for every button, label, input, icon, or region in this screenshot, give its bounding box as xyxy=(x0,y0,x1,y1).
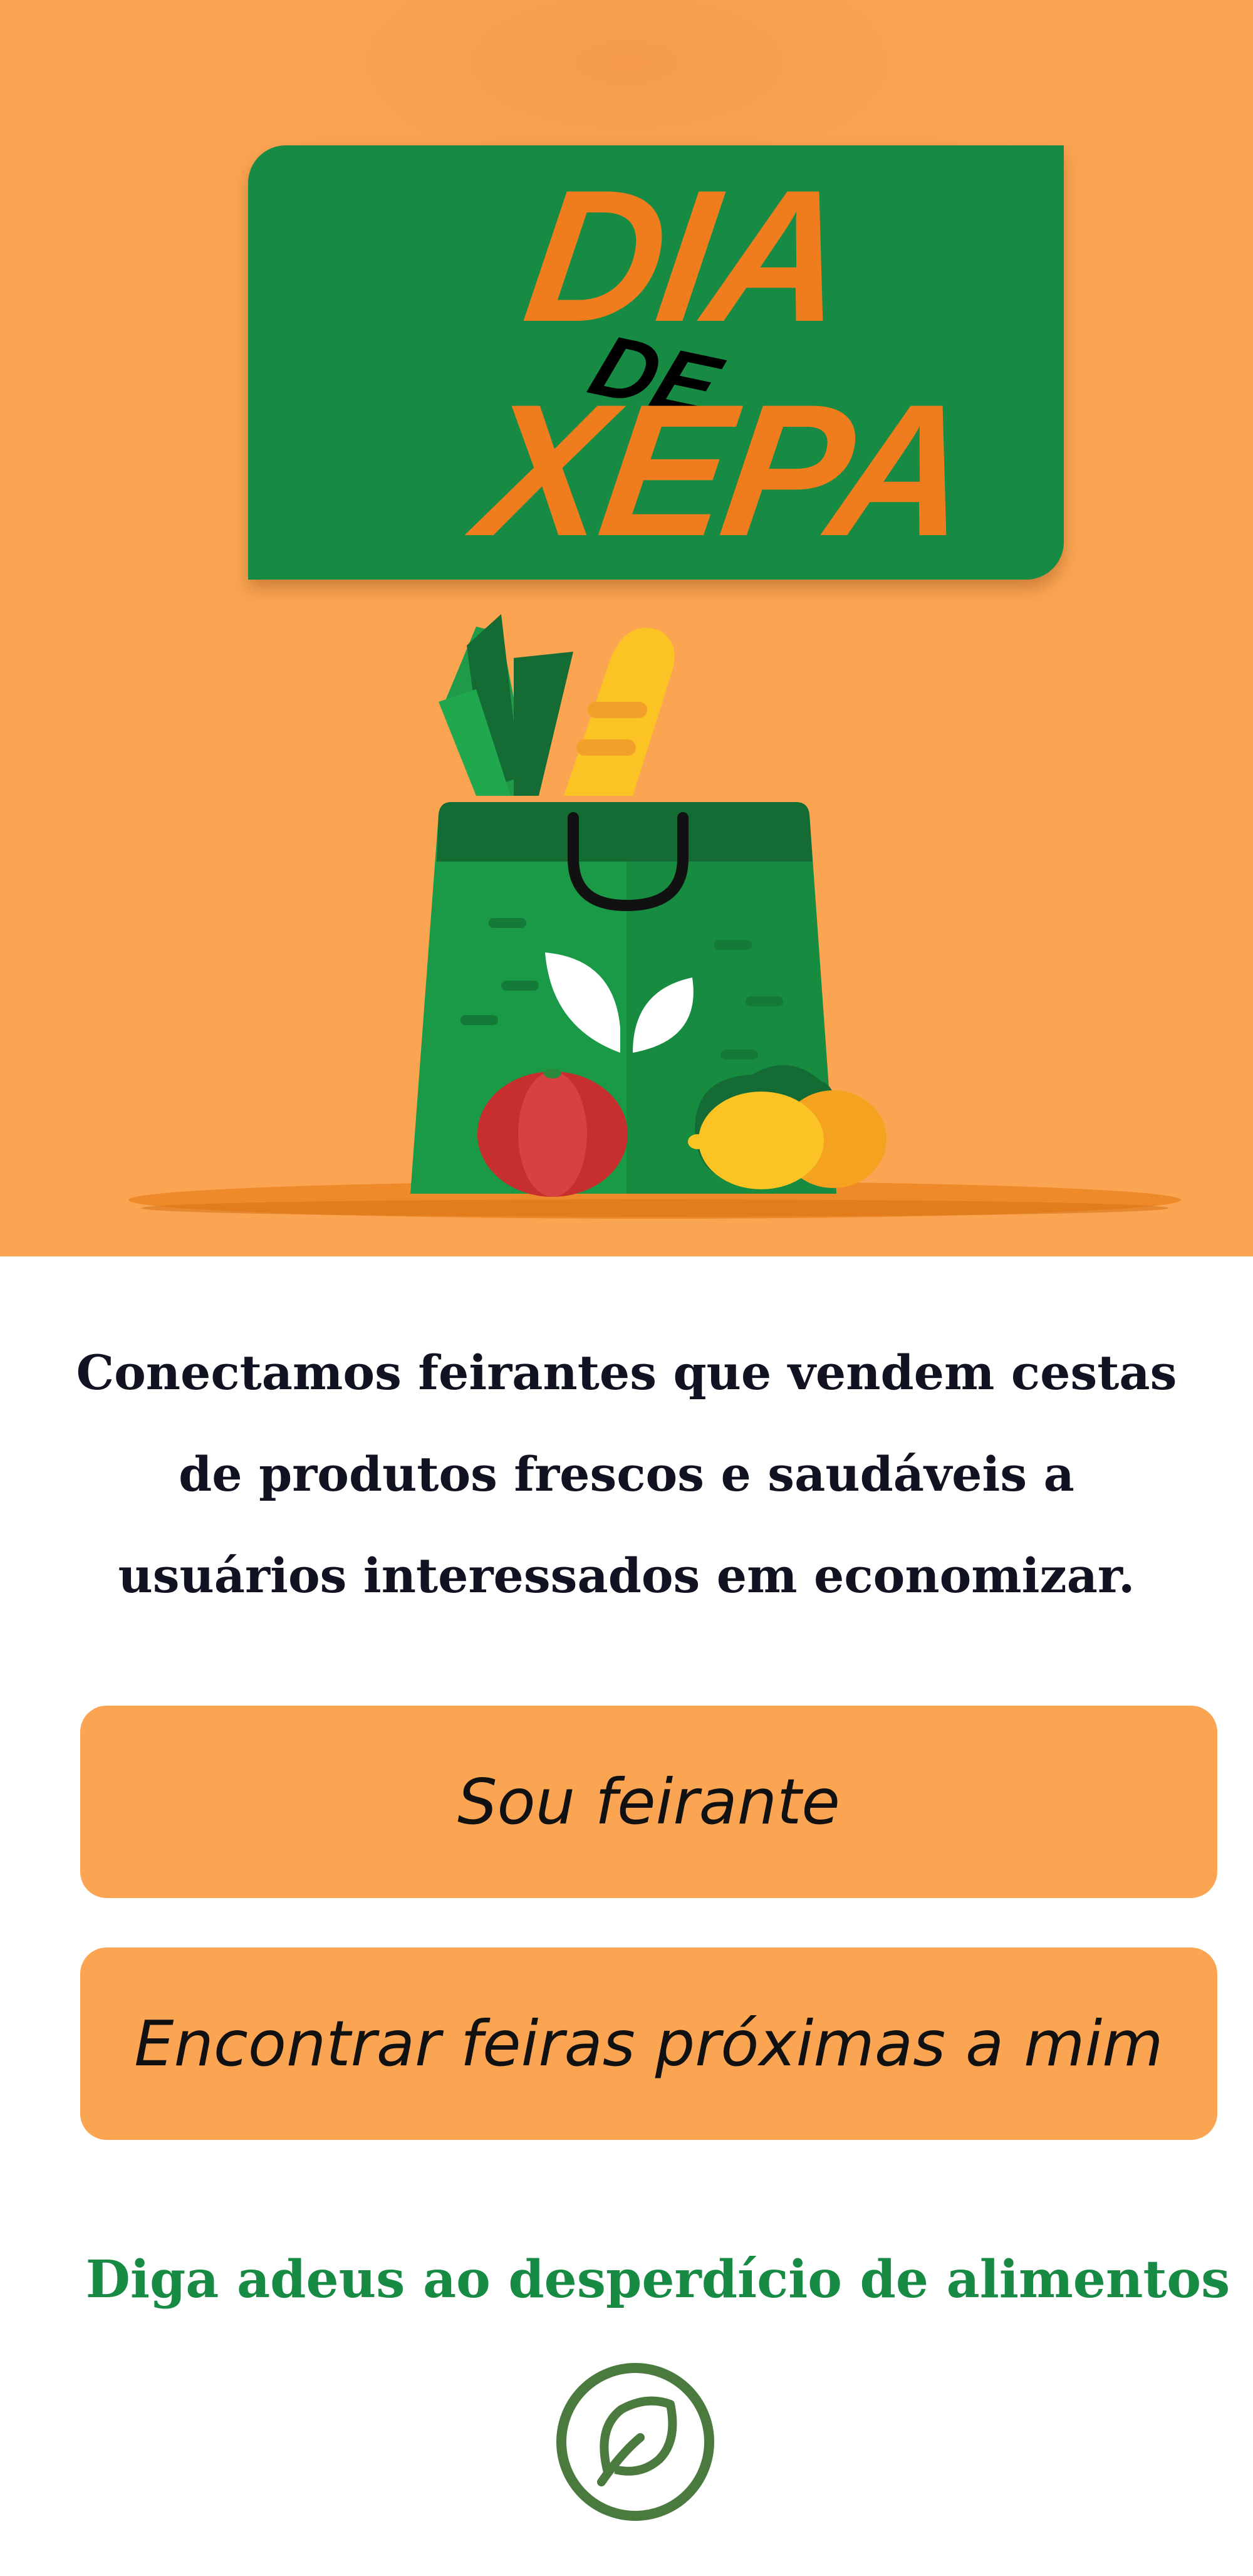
leaf-circle-icon xyxy=(556,2363,714,2521)
logo-word-xepa: XEPA xyxy=(467,365,980,575)
leek-icon xyxy=(439,614,573,796)
find-nearby-markets-button[interactable]: Encontrar feiras próximas a mim xyxy=(80,1948,1217,2140)
bread-icon xyxy=(564,628,675,796)
tagline-text: Conectamos feirantes que vendem cestas d… xyxy=(76,1345,1177,1603)
slogan-text: Diga adeus ao desperdício de alimentos xyxy=(85,2250,1230,2310)
hero-banner: DIA DE XEPA xyxy=(0,0,1253,1256)
logo-word-dia: DIA xyxy=(514,150,857,361)
vendor-button[interactable]: Sou feirante xyxy=(80,1706,1217,1898)
grocery-bag-icon xyxy=(128,614,1181,1219)
